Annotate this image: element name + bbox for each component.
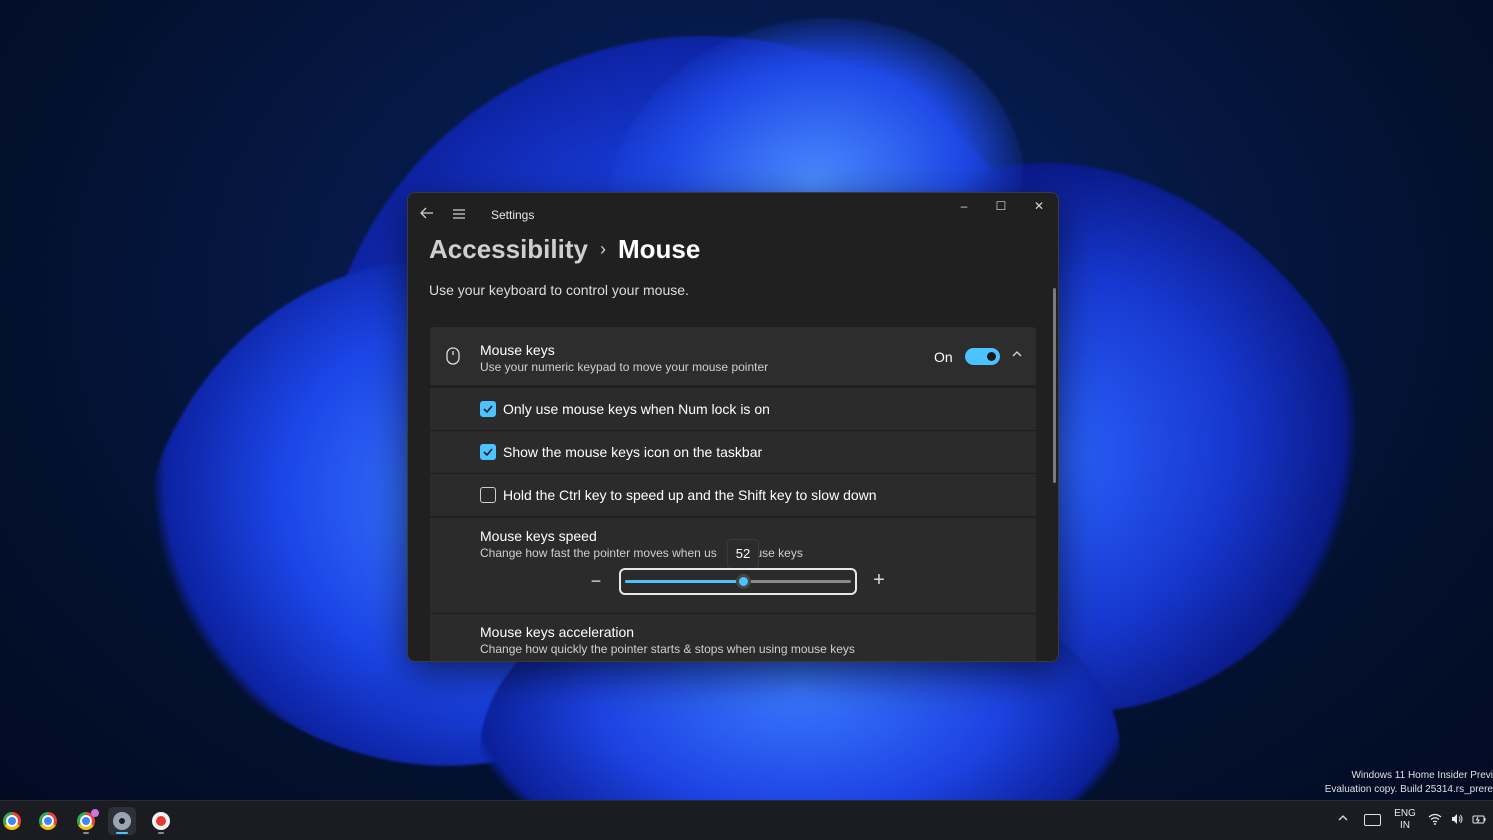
mouse-keys-speed: Mouse keys speed Change how fast the poi…: [430, 517, 1036, 613]
option-ctrl-shift[interactable]: Hold the Ctrl key to speed up and the Sh…: [430, 473, 1036, 516]
watermark-line-2: Evaluation copy. Build 25314.rs_prere: [1324, 784, 1493, 795]
page-description: Use your keyboard to control your mouse.: [429, 282, 689, 298]
taskbar: [0, 800, 1493, 840]
slider-track: [625, 574, 851, 589]
running-indicator: [158, 832, 164, 834]
slider-thumb[interactable]: [736, 574, 751, 589]
mouse-keys-header[interactable]: Mouse keys Use your numeric keypad to mo…: [430, 327, 1036, 385]
show-hidden-icons-chevron-icon[interactable]: [1337, 812, 1349, 824]
evaluation-watermark: Windows 11 Home Insider Previ Evaluation…: [1293, 769, 1493, 797]
recorder-icon: [152, 812, 170, 830]
chrome-icon: [3, 812, 21, 830]
taskbar-app-settings[interactable]: [108, 807, 136, 835]
mouse-keys-subtitle: Use your numeric keypad to move your mou…: [480, 360, 769, 374]
ctrl-shift-label: Hold the Ctrl key to speed up and the Sh…: [503, 487, 877, 503]
back-button[interactable]: [418, 205, 436, 223]
active-indicator: [116, 832, 128, 834]
speed-increase-icon: +: [873, 569, 885, 591]
chrome-icon: [39, 812, 57, 830]
breadcrumb-separator-icon: ›: [599, 238, 606, 259]
breadcrumb-parent[interactable]: Accessibility: [429, 234, 588, 265]
breadcrumb: Accessibility › Mouse: [429, 231, 700, 267]
language-code: ENG: [1394, 808, 1416, 819]
settings-window: Settings – ☐ ✕ Accessibility › Mouse Use…: [407, 192, 1059, 662]
battery-icon: [1472, 815, 1486, 824]
minimize-button[interactable]: –: [945, 193, 983, 219]
check-icon: [483, 405, 493, 414]
taskbar-app-recorder[interactable]: [147, 807, 175, 835]
toggle-state-label: On: [934, 349, 953, 365]
check-icon: [483, 448, 493, 457]
back-arrow-icon: [420, 207, 433, 219]
mouse-keys-title: Mouse keys: [480, 342, 555, 358]
num-lock-checkbox[interactable]: [480, 401, 496, 417]
mouse-icon: [446, 347, 460, 365]
close-button[interactable]: ✕: [1020, 193, 1058, 219]
slider-fill: [625, 580, 743, 583]
hamburger-icon: [453, 209, 465, 219]
profile-badge: [91, 809, 99, 817]
acceleration-title: Mouse keys acceleration: [480, 624, 635, 640]
taskbar-app-chrome-2[interactable]: [34, 807, 62, 835]
taskbar-icon-checkbox[interactable]: [480, 444, 496, 460]
title-bar: Settings – ☐ ✕: [408, 193, 1058, 235]
option-num-lock[interactable]: Only use mouse keys when Num lock is on: [430, 387, 1036, 430]
toggle-knob: [987, 352, 996, 361]
maximize-button[interactable]: ☐: [982, 193, 1020, 219]
language-indicator[interactable]: ENG IN: [1392, 808, 1418, 832]
speed-decrease-icon: −: [590, 571, 602, 591]
speed-title: Mouse keys speed: [480, 528, 597, 544]
mouse-keys-acceleration[interactable]: Mouse keys acceleration Change how quick…: [430, 613, 1036, 661]
window-title: Settings: [491, 208, 535, 222]
running-indicator: [83, 832, 89, 834]
menu-button[interactable]: [452, 205, 470, 223]
page-title: Mouse: [617, 233, 701, 264]
taskbar-app-chrome-profile[interactable]: [72, 807, 100, 835]
num-lock-label: Only use mouse keys when Num lock is on: [503, 401, 770, 417]
chevron-up-icon[interactable]: [1010, 347, 1024, 361]
watermark-line-1: Windows 11 Home Insider Previ: [1351, 770, 1493, 781]
wifi-icon: [1428, 813, 1442, 825]
speed-subtitle-left: Change how fast the pointer moves when u…: [480, 546, 717, 560]
acceleration-subtitle: Change how quickly the pointer starts & …: [480, 642, 855, 656]
mouse-keys-toggle[interactable]: [965, 348, 1000, 365]
option-taskbar-icon[interactable]: Show the mouse keys icon on the taskbar: [430, 430, 1036, 473]
volume-icon: [1452, 814, 1463, 824]
speed-value-tooltip: 52: [727, 539, 759, 569]
ctrl-shift-checkbox[interactable]: [480, 487, 496, 503]
gear-icon: [113, 812, 131, 830]
region-code: IN: [1400, 820, 1410, 831]
taskbar-icon-label: Show the mouse keys icon on the taskbar: [503, 444, 763, 460]
touch-keyboard-icon[interactable]: [1364, 814, 1381, 826]
speed-slider[interactable]: [619, 568, 857, 595]
system-tray[interactable]: [1428, 812, 1486, 826]
taskbar-app-chrome-1[interactable]: [0, 807, 26, 835]
scrollbar[interactable]: [1053, 288, 1056, 483]
